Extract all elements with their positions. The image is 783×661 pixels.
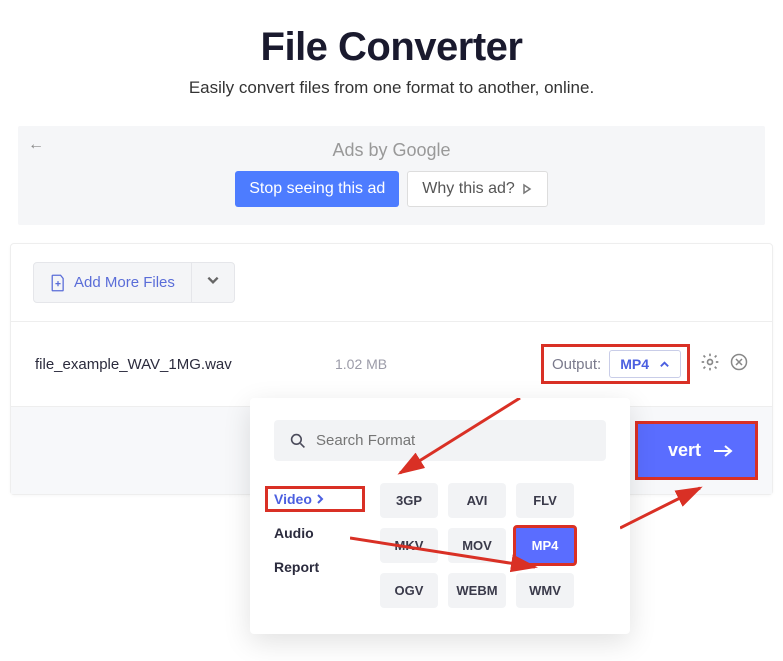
file-plus-icon bbox=[50, 274, 66, 292]
add-more-button[interactable]: Add More Files bbox=[34, 264, 191, 302]
category-report[interactable]: Report bbox=[274, 559, 356, 575]
format-mov[interactable]: MOV bbox=[448, 528, 506, 563]
format-flv[interactable]: FLV bbox=[516, 483, 574, 518]
format-webm[interactable]: WEBM bbox=[448, 573, 506, 608]
file-name: file_example_WAV_1MG.wav bbox=[35, 356, 335, 373]
chevron-right-icon bbox=[316, 494, 324, 504]
page-title: File Converter bbox=[0, 25, 783, 70]
category-audio[interactable]: Audio bbox=[274, 525, 356, 541]
format-search-input[interactable] bbox=[316, 432, 590, 449]
add-more-files: Add More Files bbox=[33, 262, 235, 303]
gear-icon bbox=[700, 352, 720, 372]
search-icon bbox=[290, 433, 306, 449]
format-3gp[interactable]: 3GP bbox=[380, 483, 438, 518]
format-search[interactable] bbox=[274, 420, 606, 461]
format-avi[interactable]: AVI bbox=[448, 483, 506, 518]
convert-button[interactable]: vert bbox=[635, 421, 758, 480]
format-mp4[interactable]: MP4 bbox=[513, 525, 577, 566]
format-mkv[interactable]: MKV bbox=[380, 528, 438, 563]
format-wmv[interactable]: WMV bbox=[516, 573, 574, 608]
add-more-label: Add More Files bbox=[74, 274, 175, 291]
settings-button[interactable] bbox=[700, 352, 720, 377]
why-ad-label: Why this ad? bbox=[422, 180, 514, 198]
convert-label: vert bbox=[668, 440, 701, 461]
chevron-up-icon bbox=[659, 359, 670, 370]
output-label: Output: bbox=[552, 356, 601, 373]
why-ad-button[interactable]: Why this ad? bbox=[407, 171, 547, 207]
format-categories: Video Audio Report bbox=[274, 483, 356, 608]
output-group: Output: MP4 bbox=[541, 344, 690, 384]
format-dropdown-popup: Video Audio Report 3GP AVI FLV MKV MOV M… bbox=[250, 398, 630, 634]
file-row: file_example_WAV_1MG.wav 1.02 MB Output:… bbox=[11, 321, 772, 407]
toolbar: Add More Files bbox=[11, 244, 772, 303]
arrow-right-icon bbox=[713, 444, 733, 458]
ad-label: Ads by Google bbox=[18, 140, 765, 161]
ad-banner: ← Ads by Google Stop seeing this ad Why … bbox=[18, 126, 765, 225]
close-icon bbox=[730, 353, 748, 371]
chevron-down-icon bbox=[206, 273, 220, 287]
format-ogv[interactable]: OGV bbox=[380, 573, 438, 608]
back-arrow-icon[interactable]: ← bbox=[28, 136, 44, 154]
play-triangle-icon bbox=[521, 183, 533, 195]
output-format-value: MP4 bbox=[620, 356, 649, 372]
stop-ad-button[interactable]: Stop seeing this ad bbox=[235, 171, 399, 207]
add-more-dropdown[interactable] bbox=[191, 263, 234, 302]
category-video[interactable]: Video bbox=[265, 486, 365, 512]
output-format-dropdown[interactable]: MP4 bbox=[609, 350, 681, 378]
remove-file-button[interactable] bbox=[730, 353, 748, 376]
file-size: 1.02 MB bbox=[335, 356, 445, 372]
format-grid: 3GP AVI FLV MKV MOV MP4 OGV WEBM WMV bbox=[380, 483, 574, 608]
page-subtitle: Easily convert files from one format to … bbox=[0, 78, 783, 98]
page-header: File Converter Easily convert files from… bbox=[0, 0, 783, 108]
